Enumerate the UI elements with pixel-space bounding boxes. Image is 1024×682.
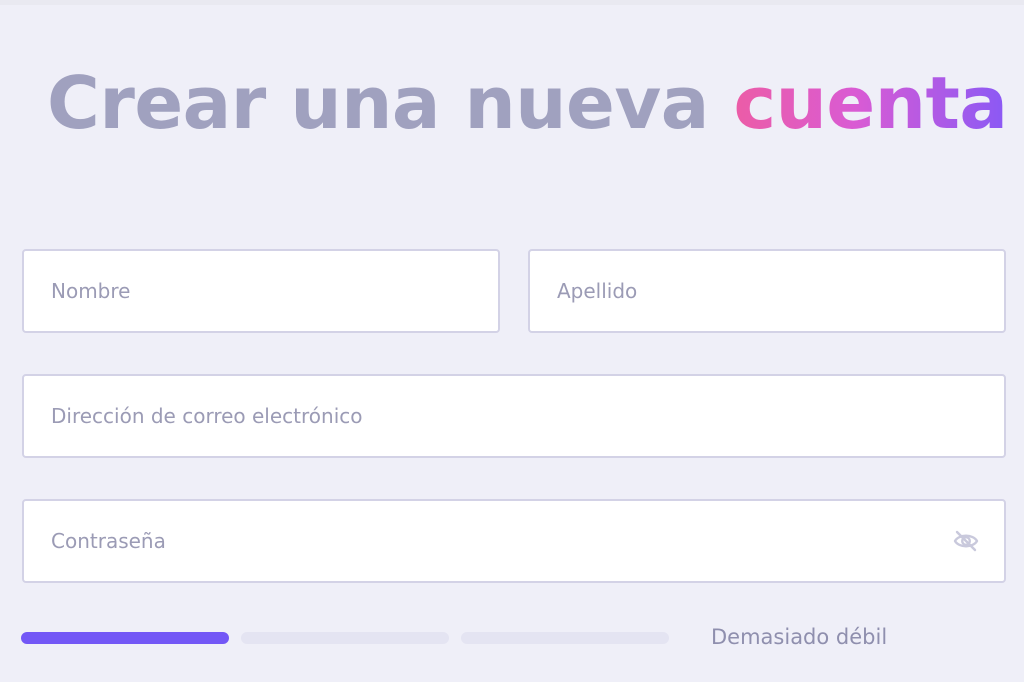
password-input[interactable] [24,501,1004,581]
page-title-accent: cuenta [733,61,1008,145]
email-input[interactable] [24,376,1004,456]
last-name-field[interactable] [528,249,1006,333]
page-title-main: Crear una nueva [47,61,734,145]
signup-page: Crear una nueva cuenta Demasiado débil [0,0,1024,682]
strength-bar-1 [21,632,229,644]
strength-bar-3 [461,632,669,644]
email-field[interactable] [22,374,1006,458]
first-name-field[interactable] [22,249,500,333]
strength-bar-2 [241,632,449,644]
password-field[interactable] [22,499,1006,583]
last-name-input[interactable] [530,251,1004,331]
eye-off-icon[interactable] [952,527,980,555]
first-name-input[interactable] [24,251,498,331]
password-strength-label: Demasiado débil [711,625,888,649]
page-title: Crear una nueva cuenta [47,58,1008,148]
